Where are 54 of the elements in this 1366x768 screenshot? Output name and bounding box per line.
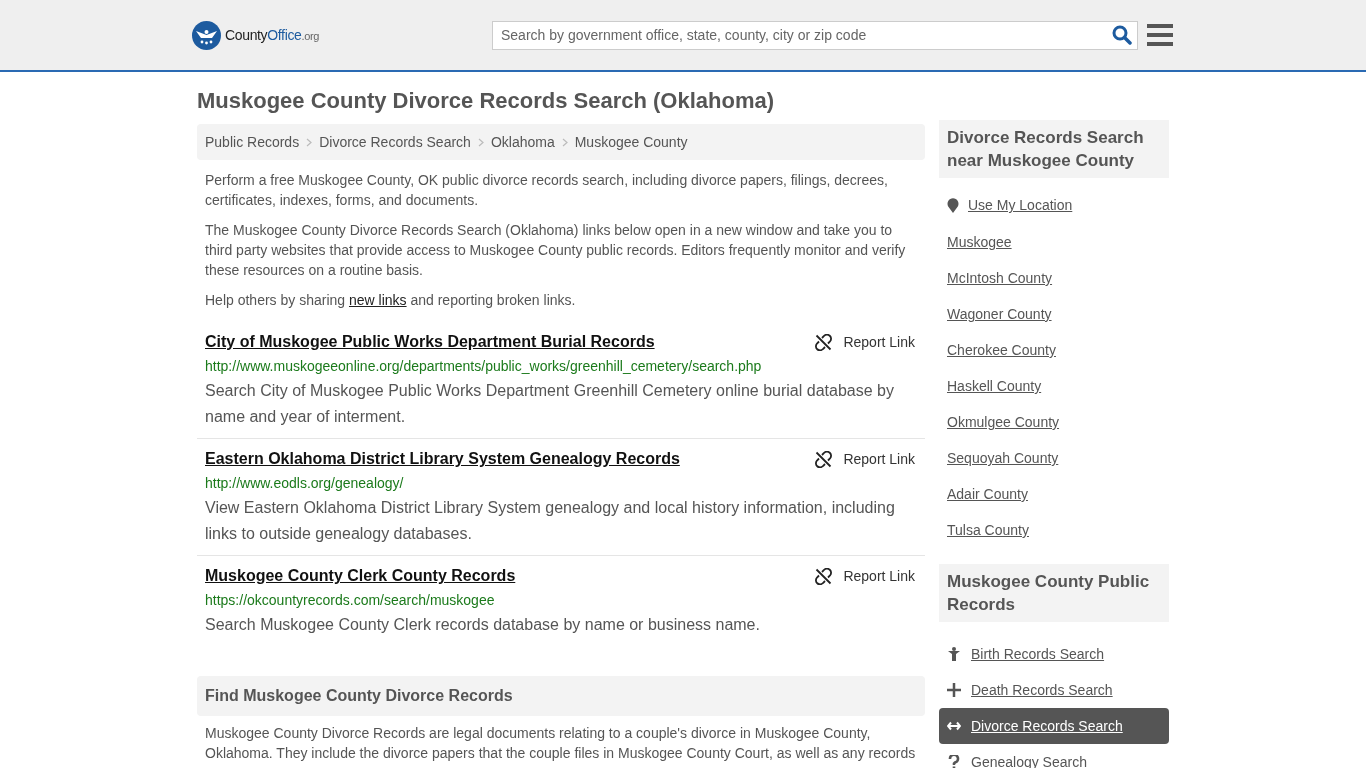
breadcrumb-link[interactable]: Divorce Records Search [319,131,471,153]
nearby-county-link[interactable]: McIntosh County [947,270,1053,286]
report-link[interactable]: Report Link [815,331,917,353]
search-icon[interactable] [1112,24,1132,45]
paragraph: Help others by sharing new links and reporting broken links. [205,291,577,310]
result-description: Search Muskogee County Clerk records database by name or business name. [205,615,761,635]
location-pin-icon [947,198,959,213]
paragraph: Perform a free Muskogee County, OK public divorce records search, including divorce papers, filings, decrees, certificates, indexes, forms, and documents. [205,171,889,210]
nearby-county-link[interactable]: Sequoyah County [947,450,1059,466]
sidebar-heading: Muskogee County Public Records [947,571,1151,616]
result-url: http://www.eodls.org/genealogy/ [205,474,405,493]
menu-icon[interactable] [1147,24,1173,46]
paragraph: The Muskogee County Divorce Records Search (Oklahoma) links below open in a new window and take you to third party websites that provide access to Muskogee County public records. Editors frequently monitor and verify these resources on a routine basis. [205,221,907,280]
sidebar-link[interactable]: Divorce Records Search [939,708,1169,744]
double-arrow-icon [947,721,961,731]
search-field[interactable]: Search by government office, state, county, city or zip code [492,20,1138,50]
breadcrumb-link[interactable]: Public Records [205,131,300,153]
sidebar-link[interactable]: Birth Records Search [939,636,1169,672]
paragraph: Muskogee County Divorce Records are legal documents relating to a couple's divorce in Muskogee County, Oklahoma. They include the divorce papers that the couple files in Muskogee County Court, as well as any records [204,724,917,763]
use-location-link[interactable]: Use My Location [968,195,1073,216]
nearby-county-link[interactable]: Okmulgee County [947,414,1060,430]
chevron-icon [477,137,484,147]
nearby-county-link[interactable]: Adair County [947,486,1028,502]
sidebar-heading: Divorce Records Search near Muskogee County [947,127,1145,172]
chevron-icon [561,137,568,147]
page-title: Muskogee County Divorce Records Search (Oklahoma) [197,88,776,114]
broken-link-icon [815,567,833,585]
sidebar-link[interactable]: Death Records Search [939,672,1169,708]
result-title-link[interactable]: City of Muskogee Public Works Department Burial Records [205,330,655,354]
nearby-county-link[interactable]: Tulsa County [947,522,1029,538]
result-title-link[interactable]: Muskogee County Clerk County Records [205,564,516,588]
new-links-link[interactable]: new links [348,292,407,308]
breadcrumb-link[interactable]: Oklahoma [490,131,555,153]
eagle-logo-icon[interactable] [192,20,221,50]
result-description: View Eastern Oklahoma District Library System genealogy and local history information, including links to outside genealogy databases. [205,498,896,544]
report-link[interactable]: Report Link [815,448,917,470]
plus-icon [947,683,961,697]
result-description: Search City of Muskogee Public Works Department Greenhill Cemetery online burial database by name and year of interment. [205,381,895,427]
chevron-icon [306,137,313,147]
logo-text[interactable]: CountyOffice.org [225,24,320,46]
nearby-county-link[interactable]: Haskell County [947,378,1042,394]
result-url: https://okcountyrecords.com/search/muskogee [205,591,496,610]
person-icon [947,647,961,661]
nearby-county-link[interactable]: Muskogee [947,234,1012,250]
question-icon [948,755,960,768]
section-heading: Find Muskogee County Divorce Records [205,686,513,706]
broken-link-icon [815,450,833,468]
nearby-county-link[interactable]: Wagoner County [947,306,1052,322]
report-link[interactable]: Report Link [815,565,917,587]
nearby-county-link[interactable]: Cherokee County [947,342,1056,358]
result-url: http://www.muskogeeonline.org/departments/public_works/greenhill_cemetery/search.php [205,357,763,376]
broken-link-icon [815,333,833,351]
result-title-link[interactable]: Eastern Oklahoma District Library System Genealogy Records [205,447,680,471]
breadcrumb-link[interactable]: Muskogee County [574,131,688,153]
